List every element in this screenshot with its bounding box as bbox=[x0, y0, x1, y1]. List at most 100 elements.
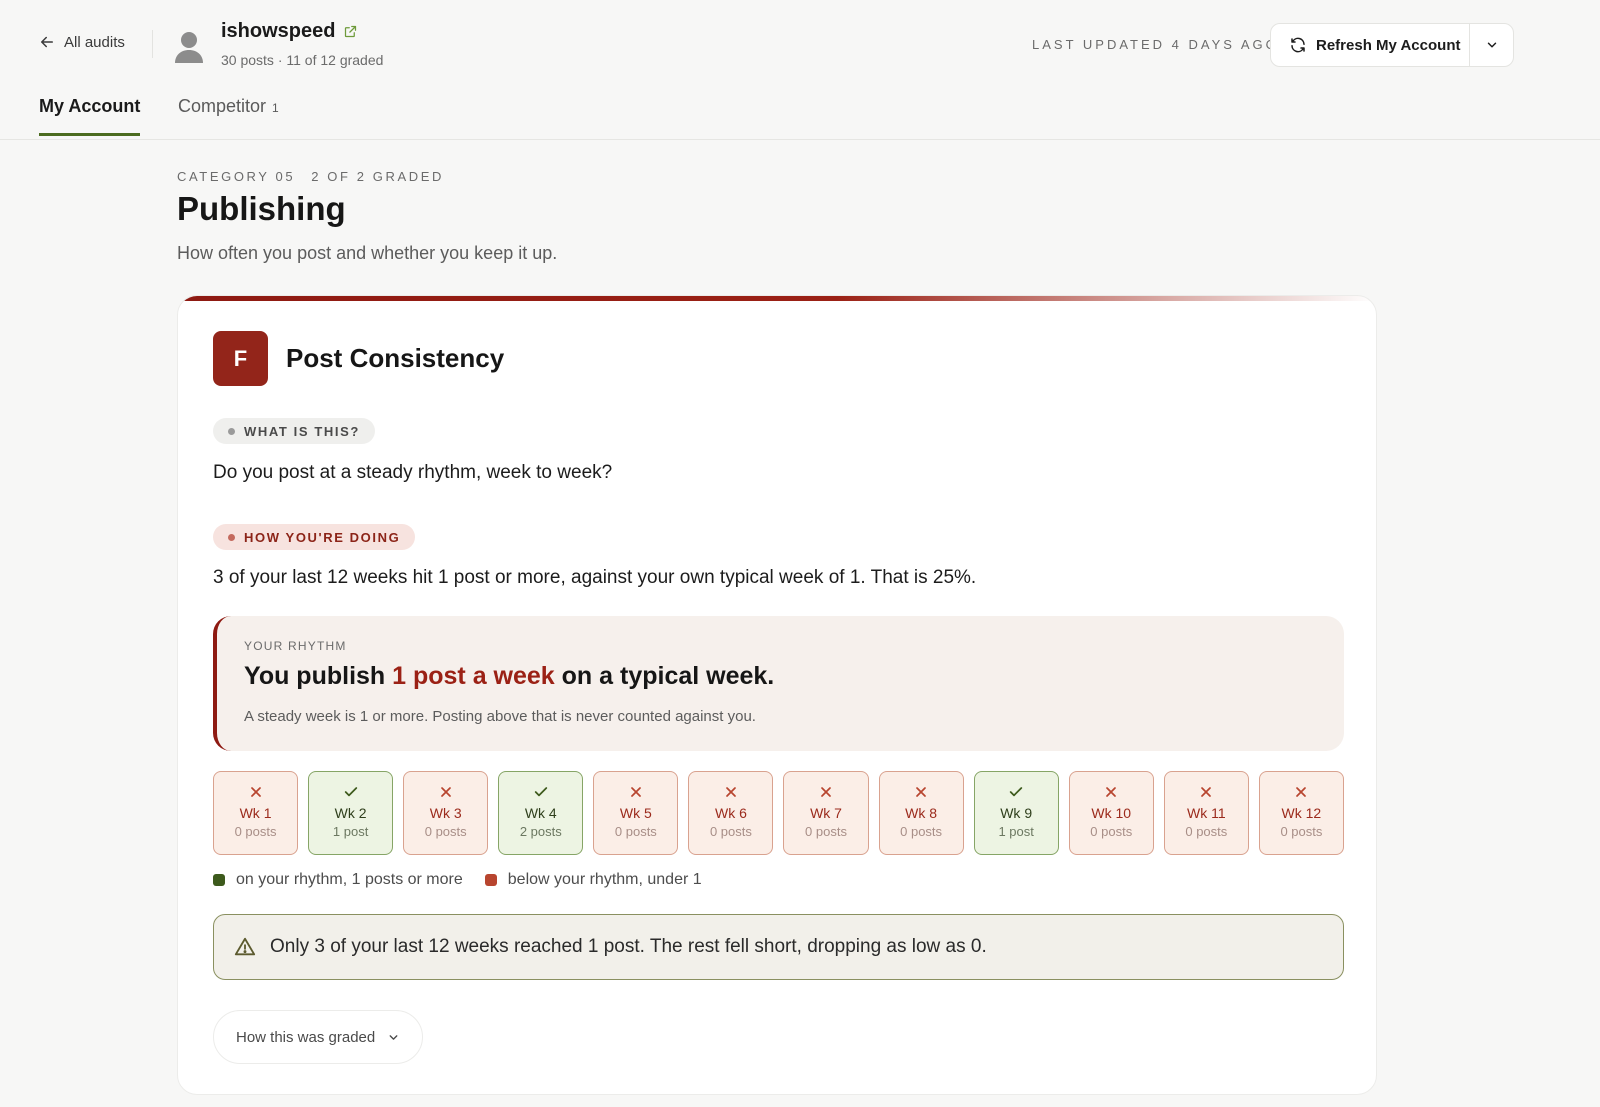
x-icon bbox=[723, 784, 739, 800]
metric-question: Do you post at a steady rhythm, week to … bbox=[213, 462, 613, 483]
back-link-label: All audits bbox=[64, 33, 125, 51]
x-icon bbox=[248, 784, 264, 800]
legend-on-label: on your rhythm, 1 posts or more bbox=[236, 871, 463, 888]
chevron-down-icon bbox=[1487, 42, 1496, 48]
post-consistency-card: F Post Consistency What is this? Do you … bbox=[177, 295, 1377, 1095]
week-cell[interactable]: Wk 4 2 posts bbox=[498, 771, 584, 855]
week-cell[interactable]: Wk 2 1 post bbox=[308, 771, 394, 855]
week-cell[interactable]: Wk 9 1 post bbox=[973, 771, 1059, 855]
tab-competitor[interactable]: Competitor 1 bbox=[178, 96, 279, 133]
week-cell[interactable]: Wk 11 0 posts bbox=[1163, 771, 1249, 855]
external-link-icon[interactable] bbox=[343, 24, 358, 39]
legend-item-below-rhythm: below your rhythm, under 1 bbox=[484, 871, 702, 889]
how-this-was-graded-toggle[interactable]: How this was graded bbox=[213, 1010, 424, 1064]
category-subtitle: How often you post and whether you keep … bbox=[177, 243, 558, 263]
rhythm-headline: You publish 1 post a week on a typical w… bbox=[244, 662, 774, 691]
week-posts: 1 post bbox=[998, 824, 1034, 839]
week-posts: 0 posts bbox=[424, 824, 467, 839]
week-label: Wk 12 bbox=[1281, 805, 1322, 821]
week-posts: 0 posts bbox=[1185, 824, 1228, 839]
account-name-text: ishowspeed bbox=[221, 20, 336, 42]
week-posts: 0 posts bbox=[709, 824, 752, 839]
grade-badge: F bbox=[213, 331, 268, 386]
how-youre-doing-pill: How you're doing bbox=[213, 524, 416, 550]
week-posts: 0 posts bbox=[614, 824, 657, 839]
last-updated-label: Last updated 4 days ago bbox=[1032, 37, 1279, 52]
category-number: Category 05 bbox=[177, 169, 296, 184]
week-label: Wk 3 bbox=[429, 805, 462, 821]
week-cell[interactable]: Wk 12 0 posts bbox=[1258, 771, 1344, 855]
user-avatar-icon bbox=[175, 32, 203, 63]
category-eyebrow: Category 05 2 of 2 graded bbox=[177, 169, 444, 184]
account-name[interactable]: ishowspeed bbox=[221, 20, 358, 43]
week-cell[interactable]: Wk 6 0 posts bbox=[688, 771, 774, 855]
rhythm-label: Your rhythm bbox=[244, 639, 347, 653]
warning-banner: Only 3 of your last 12 weeks reached 1 p… bbox=[213, 914, 1344, 980]
how-youre-doing-label: How you're doing bbox=[244, 529, 401, 545]
week-label: Wk 7 bbox=[810, 805, 842, 821]
refresh-icon bbox=[1291, 37, 1305, 53]
week-posts: 2 posts bbox=[519, 824, 562, 839]
back-to-all-audits-link[interactable]: All audits bbox=[38, 33, 125, 51]
rhythm-box: Your rhythm You publish 1 post a week on… bbox=[213, 616, 1344, 751]
week-cell[interactable]: Wk 10 0 posts bbox=[1068, 771, 1154, 855]
refresh-options-dropdown[interactable] bbox=[1469, 24, 1513, 66]
card-accent-line bbox=[178, 296, 1376, 301]
performance-summary: 3 of your last 12 weeks hit 1 post or mo… bbox=[213, 567, 977, 588]
x-icon bbox=[913, 784, 929, 800]
week-label: Wk 5 bbox=[619, 805, 652, 821]
week-posts: 0 posts bbox=[234, 824, 277, 839]
refresh-account-label: Refresh My Account bbox=[1316, 36, 1461, 54]
week-cell[interactable]: Wk 7 0 posts bbox=[783, 771, 869, 855]
week-cell[interactable]: Wk 8 0 posts bbox=[878, 771, 964, 855]
week-cell[interactable]: Wk 3 0 posts bbox=[403, 771, 489, 855]
arrow-left-icon bbox=[41, 36, 53, 48]
dot-icon bbox=[228, 533, 235, 541]
top-bar: All audits ishowspeed 30 posts · 11 of 1… bbox=[0, 0, 1600, 88]
x-icon bbox=[438, 784, 454, 800]
week-posts: 0 posts bbox=[805, 824, 847, 839]
week-cell[interactable]: Wk 5 0 posts bbox=[593, 771, 679, 855]
week-label: Wk 2 bbox=[334, 805, 367, 821]
category-graded-count: 2 of 2 graded bbox=[311, 169, 444, 184]
warning-text: Only 3 of your last 12 weeks reached 1 p… bbox=[270, 936, 987, 957]
what-is-this-label: What is this? bbox=[244, 423, 360, 439]
rhythm-note: A steady week is 1 or more. Posting abov… bbox=[244, 708, 756, 725]
category-title: Publishing bbox=[177, 190, 346, 227]
rhythm-head-highlight: 1 post a week bbox=[392, 662, 555, 690]
legend-below-label: below your rhythm, under 1 bbox=[507, 871, 702, 888]
chevron-down-icon bbox=[389, 1034, 398, 1040]
week-label: Wk 10 bbox=[1091, 805, 1132, 821]
week-cell[interactable]: Wk 1 0 posts bbox=[213, 771, 299, 855]
check-icon bbox=[533, 784, 549, 800]
x-icon bbox=[628, 784, 644, 800]
tab-my-account[interactable]: My Account bbox=[39, 96, 141, 136]
refresh-account-button[interactable]: Refresh My Account bbox=[1271, 24, 1469, 66]
x-icon bbox=[1198, 784, 1214, 800]
week-label: Wk 8 bbox=[905, 805, 938, 821]
rhythm-head-post: on a typical week. bbox=[554, 662, 775, 690]
rhythm-head-pre: You publish bbox=[244, 662, 393, 690]
check-icon bbox=[1008, 784, 1024, 800]
weekly-grid: Wk 1 0 posts Wk 2 1 post Wk 3 0 posts Wk 4 2 po… bbox=[213, 771, 1344, 855]
x-icon bbox=[1103, 784, 1119, 800]
how-this-was-graded-label: How this was graded bbox=[236, 1028, 376, 1046]
warning-icon bbox=[234, 937, 256, 956]
refresh-account-group: Refresh My Account bbox=[1270, 23, 1514, 67]
x-icon bbox=[1293, 784, 1309, 800]
week-label: Wk 11 bbox=[1187, 805, 1226, 821]
account-tabs: My Account Competitor 1 bbox=[0, 88, 1600, 140]
tab-competitor-count: 1 bbox=[272, 101, 279, 115]
tab-my-account-label: My Account bbox=[39, 96, 141, 116]
week-label: Wk 1 bbox=[239, 805, 272, 821]
x-icon bbox=[818, 784, 834, 800]
tab-competitor-label: Competitor bbox=[178, 96, 267, 116]
account-meta: 30 posts · 11 of 12 graded bbox=[221, 52, 384, 68]
check-icon bbox=[343, 784, 359, 800]
week-posts: 0 posts bbox=[1090, 824, 1133, 839]
legend-swatch-on bbox=[213, 874, 225, 886]
card-title: Post Consistency bbox=[286, 343, 505, 373]
week-posts: 0 posts bbox=[1280, 824, 1323, 839]
week-label: Wk 6 bbox=[714, 805, 747, 821]
week-label: Wk 9 bbox=[1000, 805, 1033, 821]
